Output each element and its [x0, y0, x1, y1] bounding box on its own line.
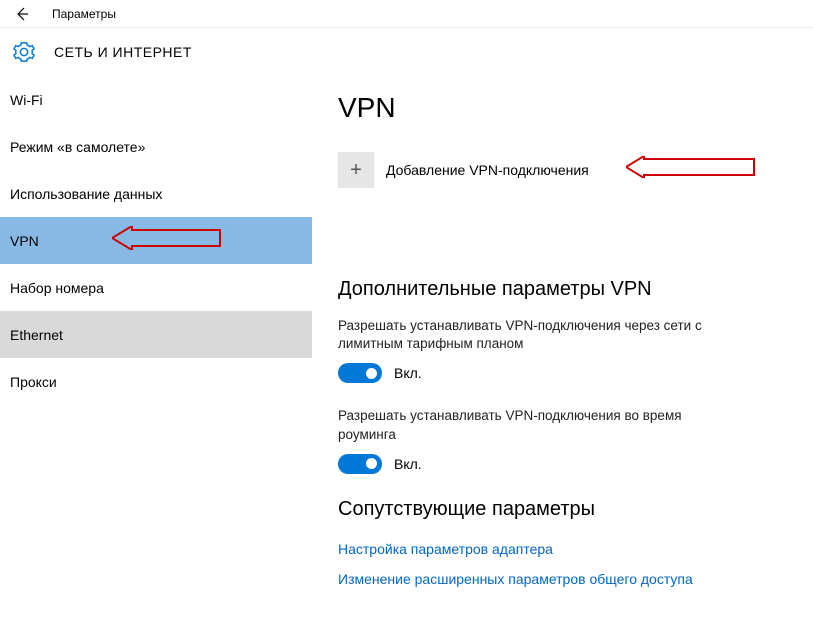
sidebar-item-data-usage[interactable]: Использование данных: [0, 170, 312, 217]
add-vpn-label: Добавление VPN-подключения: [386, 162, 589, 178]
toggle-knob: [366, 458, 377, 469]
page-title: VPN: [338, 92, 787, 124]
sidebar-item-label: Ethernet: [10, 327, 63, 343]
toggle-roaming-state: Вкл.: [394, 456, 422, 472]
main-panel: VPN + Добавление VPN-подключения Дополни…: [312, 76, 813, 634]
window-title: Параметры: [52, 7, 116, 21]
category-title: СЕТЬ И ИНТЕРНЕТ: [54, 44, 192, 60]
add-vpn-button[interactable]: + Добавление VPN-подключения: [338, 152, 787, 188]
sidebar-item-proxy[interactable]: Прокси: [0, 358, 312, 405]
toggle-roaming[interactable]: [338, 454, 382, 474]
setting-roaming-desc: Разрешать устанавливать VPN-подключения …: [338, 407, 738, 443]
sidebar-item-airplane-mode[interactable]: Режим «в самолете»: [0, 123, 312, 170]
sidebar-item-label: VPN: [10, 233, 39, 249]
sidebar: Wi-Fi Режим «в самолете» Использование д…: [0, 76, 312, 634]
toggle-metered[interactable]: [338, 363, 382, 383]
advanced-section-title: Дополнительные параметры VPN: [338, 278, 787, 301]
sidebar-item-label: Wi-Fi: [10, 92, 43, 108]
gear-icon: [12, 40, 36, 64]
arrow-left-icon: [14, 6, 30, 22]
category-header: СЕТЬ И ИНТЕРНЕТ: [0, 28, 813, 76]
sidebar-item-ethernet[interactable]: Ethernet: [0, 311, 312, 358]
sidebar-item-dialup[interactable]: Набор номера: [0, 264, 312, 311]
sidebar-item-vpn[interactable]: VPN: [0, 217, 312, 264]
titlebar: Параметры: [0, 0, 813, 28]
sidebar-item-label: Режим «в самолете»: [10, 139, 145, 155]
link-adapter-settings[interactable]: Настройка параметров адаптера: [338, 541, 787, 557]
sidebar-item-label: Использование данных: [10, 186, 162, 202]
setting-metered-desc: Разрешать устанавливать VPN-подключения …: [338, 317, 738, 353]
related-section-title: Сопутствующие параметры: [338, 498, 787, 521]
link-sharing-settings[interactable]: Изменение расширенных параметров общего …: [338, 571, 787, 587]
back-button[interactable]: [8, 0, 36, 28]
toggle-metered-state: Вкл.: [394, 365, 422, 381]
toggle-knob: [366, 368, 377, 379]
sidebar-item-label: Набор номера: [10, 280, 104, 296]
sidebar-item-wifi[interactable]: Wi-Fi: [0, 76, 312, 123]
plus-icon: +: [338, 152, 374, 188]
sidebar-item-label: Прокси: [10, 374, 57, 390]
